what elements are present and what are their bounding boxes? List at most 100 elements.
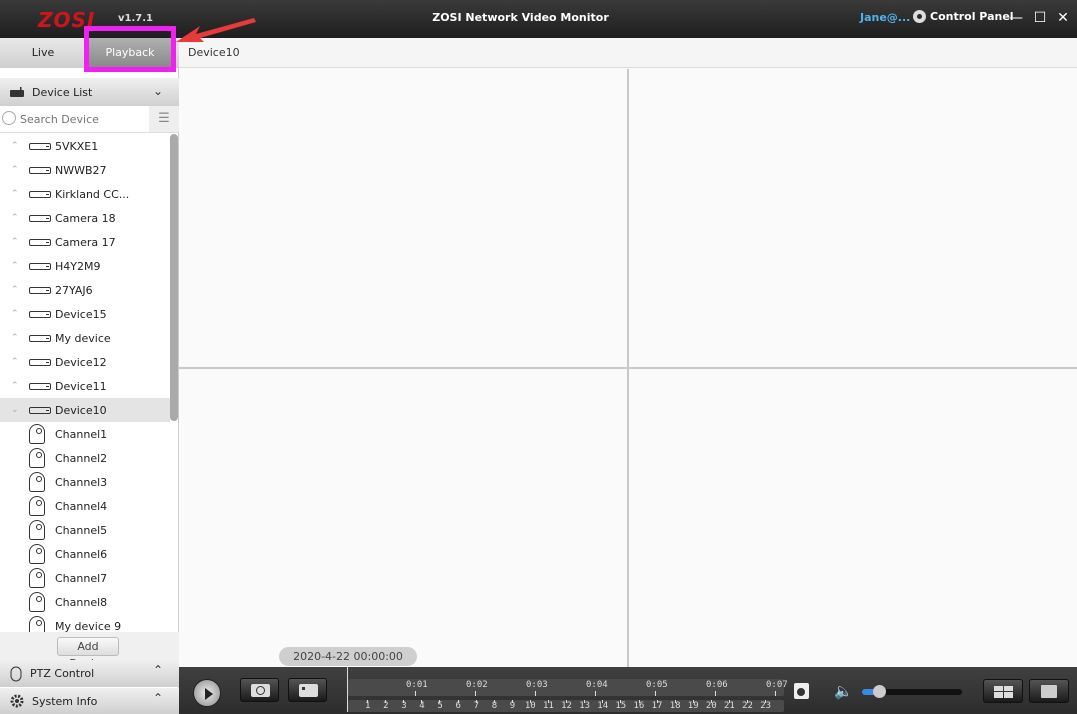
- device-item[interactable]: ⌃ My device: [0, 326, 170, 350]
- chevron-up-icon[interactable]: ⌃: [11, 285, 21, 295]
- device-list-header[interactable]: Device List ⌄: [0, 78, 179, 106]
- video-pane-3[interactable]: [179, 369, 627, 667]
- device-name: Device15: [55, 307, 107, 321]
- maximize-button[interactable]: ☐: [1030, 8, 1050, 28]
- channel-name: My device 9: [55, 619, 122, 633]
- device-item[interactable]: ⌃ Device11: [0, 374, 170, 398]
- volume-icon[interactable]: 🔈: [834, 682, 853, 700]
- search-device-input[interactable]: [20, 111, 145, 128]
- system-info-header[interactable]: System Info ⌃: [0, 688, 179, 714]
- record-button[interactable]: [288, 678, 327, 702]
- volume-slider[interactable]: [862, 685, 962, 698]
- volume-knob[interactable]: [873, 685, 886, 698]
- timeline-tick: [747, 700, 749, 703]
- chevron-up-icon[interactable]: ⌃: [11, 141, 21, 151]
- device-item[interactable]: ⌃ Device15: [0, 302, 170, 326]
- dvr-icon: [29, 286, 51, 294]
- grid-divider-horizontal: [179, 367, 1077, 369]
- device-tree-scrollbar[interactable]: [170, 134, 178, 421]
- chevron-up-icon[interactable]: ⌃: [11, 189, 21, 199]
- ptz-control-header[interactable]: PTZ Control ⌃: [0, 660, 179, 687]
- chevron-down-icon[interactable]: ⌄: [11, 405, 21, 415]
- user-account[interactable]: Jane@...: [860, 11, 910, 24]
- system-info-label: System Info: [32, 694, 98, 708]
- dvr-icon: [29, 358, 51, 366]
- app-version: v1.7.1: [118, 13, 153, 24]
- chevron-up-icon[interactable]: ⌃: [11, 333, 21, 343]
- channel-item[interactable]: Channel4: [0, 494, 170, 518]
- control-panel-button[interactable]: Control Panel: [913, 10, 1014, 23]
- add-device-button[interactable]: Add Device: [57, 637, 119, 670]
- channel-item[interactable]: Channel2: [0, 446, 170, 470]
- playback-datetime: 2020-4-22 00:00:00: [279, 647, 417, 666]
- timeline-minute-label: 0:03: [526, 680, 548, 690]
- device-item[interactable]: ⌃ NWWB27: [0, 158, 170, 182]
- device-item[interactable]: ⌄ Device10: [0, 398, 170, 422]
- device-name: Camera 17: [55, 235, 116, 249]
- dvr-icon: [29, 334, 51, 342]
- fullscreen-icon: [1041, 685, 1057, 698]
- chevron-up-icon[interactable]: ⌃: [11, 357, 21, 367]
- timeline-tick: [655, 691, 656, 696]
- gear-icon: [913, 10, 926, 23]
- timeline-tick: [729, 700, 730, 703]
- timeline-tick: [475, 700, 477, 703]
- device-item[interactable]: ⌃ Camera 17: [0, 230, 170, 254]
- device-item[interactable]: ⌃ Device12: [0, 350, 170, 374]
- split-layout-button[interactable]: [983, 679, 1023, 703]
- device-item[interactable]: ⌃ H4Y2M9: [0, 254, 170, 278]
- list-view-icon[interactable]: ☰: [149, 106, 179, 132]
- timeline-tick: [602, 700, 604, 703]
- chevron-up-icon[interactable]: ⌃: [11, 381, 21, 391]
- minimize-button[interactable]: —: [1006, 8, 1026, 28]
- video-pane-4[interactable]: [629, 369, 1077, 667]
- timeline-tick: [595, 691, 596, 696]
- timeline-tick: [566, 700, 568, 703]
- channel-item[interactable]: Channel3: [0, 470, 170, 494]
- device-item[interactable]: ⌃ 27YAJ6: [0, 278, 170, 302]
- channel-item[interactable]: Channel1: [0, 422, 170, 446]
- timeline-tick: [385, 700, 387, 703]
- camera-icon: [29, 424, 45, 444]
- calendar-icon[interactable]: [794, 683, 809, 699]
- chevron-up-icon[interactable]: ⌃: [11, 309, 21, 319]
- channel-name: Channel3: [55, 475, 108, 489]
- timeline-minute-label: 0:07: [766, 680, 788, 690]
- device-item[interactable]: ⌃ Camera 18: [0, 206, 170, 230]
- channel-item[interactable]: Channel6: [0, 542, 170, 566]
- chevron-up-icon[interactable]: ⌃: [11, 237, 21, 247]
- channel-item[interactable]: Channel5: [0, 518, 170, 542]
- close-button[interactable]: ✕: [1053, 8, 1073, 28]
- device-tab-bar: Device10: [179, 38, 1077, 68]
- video-pane-1[interactable]: [179, 69, 627, 367]
- timeline-tick: [535, 691, 536, 696]
- tab-live[interactable]: Live: [0, 38, 86, 68]
- timeline-tick: [511, 700, 513, 703]
- fullscreen-button[interactable]: [1029, 679, 1069, 703]
- video-pane-2[interactable]: [629, 69, 1077, 367]
- device-item[interactable]: ⌃ 5VKXE1: [0, 134, 170, 158]
- channel-name: Channel6: [55, 547, 108, 561]
- device-item[interactable]: ⌃ Kirkland CC...: [0, 182, 170, 206]
- timeline-tick: [656, 700, 658, 703]
- device-name: Device11: [55, 379, 107, 393]
- device-list-label: Device List: [32, 85, 93, 99]
- timeline-tick: [475, 691, 476, 696]
- chevron-up-icon[interactable]: ⌃: [11, 165, 21, 175]
- camera-icon: [29, 520, 45, 540]
- channel-item[interactable]: My device 9: [0, 614, 170, 632]
- chevron-up-icon: ⌃: [152, 691, 163, 705]
- dvr-icon: [29, 166, 51, 174]
- timeline-tick: [367, 700, 368, 703]
- snapshot-button[interactable]: [240, 678, 279, 702]
- chevron-up-icon[interactable]: ⌃: [11, 213, 21, 223]
- channel-item[interactable]: Channel7: [0, 566, 170, 590]
- search-bar: ☰: [0, 106, 179, 133]
- timeline-minute-label: 0:01: [406, 680, 428, 690]
- timeline-tick: [584, 700, 586, 703]
- chevron-up-icon[interactable]: ⌃: [11, 261, 21, 271]
- timeline[interactable]: 0:01 0:02 0:03 0:04 0:05 0:06 0:07 1 2 3 4 5 6 7 8 9 10 1…: [347, 667, 788, 714]
- channel-item[interactable]: Channel8: [0, 590, 170, 614]
- timeline-cursor[interactable]: [347, 667, 348, 712]
- play-button[interactable]: [193, 679, 221, 707]
